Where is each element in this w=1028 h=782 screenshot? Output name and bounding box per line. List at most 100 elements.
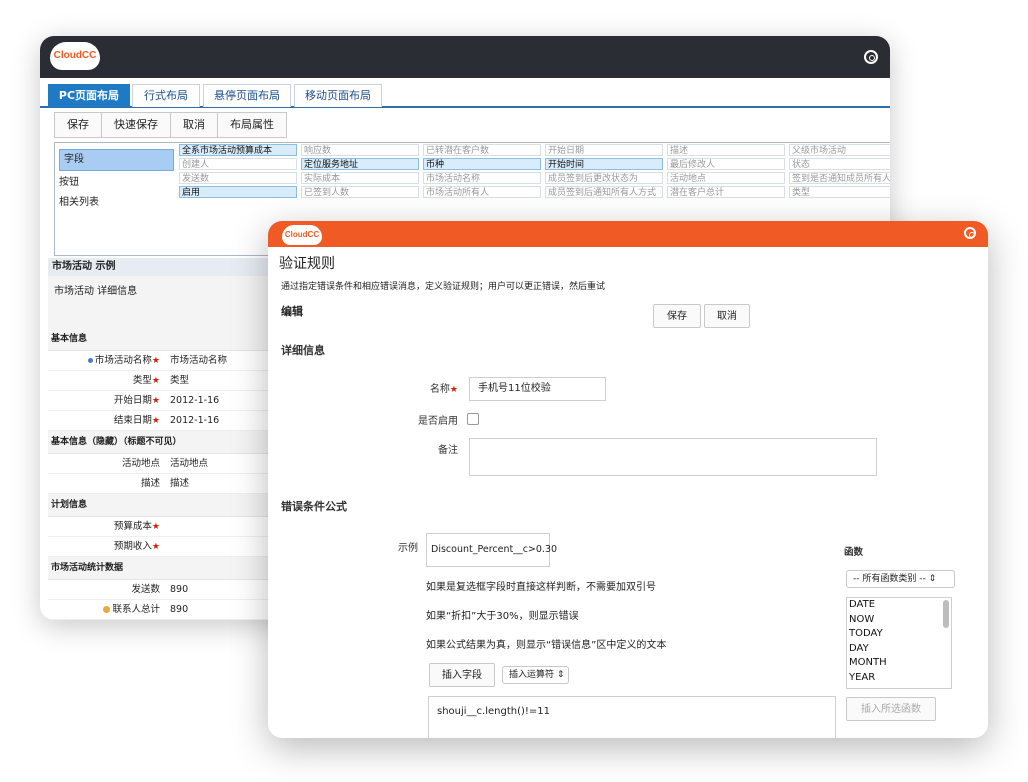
preview-field-row: 开始日期★ 2012-1-16 <box>48 391 278 411</box>
function-item[interactable]: DAY <box>847 642 951 657</box>
label-text: 市场活动名称 <box>94 355 152 366</box>
function-item[interactable]: NOW <box>847 613 951 628</box>
field-palette-item[interactable]: 启用 <box>179 186 297 198</box>
field-palette-item[interactable]: 描述 <box>667 144 785 156</box>
field-palette-item[interactable]: 发送数 <box>179 172 297 184</box>
label-text: 活动地点 <box>121 458 160 469</box>
hint-checkbox: 如果是复选框字段时直接这样判断，不需要加双引号 <box>426 582 656 593</box>
example-formula: Discount_Percent__c>0.30 <box>426 533 557 567</box>
save-button[interactable]: 保存 <box>54 112 102 138</box>
required-star-icon: ★ <box>151 542 160 552</box>
preview-field-row: 发送数 890 <box>48 580 278 600</box>
field-palette-item[interactable]: 创建人 <box>179 158 297 170</box>
preview-field-row: 结束日期★ 2012-1-16 <box>48 411 278 431</box>
field-palette-item[interactable]: 状态 <box>789 158 890 170</box>
preview-section-title: 市场活动统计数据 <box>48 557 278 580</box>
functions-label: 函数 <box>844 547 864 558</box>
field-palette-item[interactable]: 活动地点 <box>667 172 785 184</box>
required-star-icon: ★ <box>151 376 160 386</box>
formula-section-heading: 错误条件公式 <box>281 500 347 513</box>
preview-field-row: 类型★ 类型 <box>48 371 278 391</box>
field-palette-item[interactable]: 成员签到后通知所有人方式 <box>545 186 663 198</box>
function-category-select[interactable]: -- 所有函数类别 -- ⇕ <box>846 570 955 588</box>
preview-field-label: 开始日期★ <box>114 391 160 411</box>
palette-item-buttons[interactable]: 按钮 <box>55 173 180 193</box>
layout-toolbar: 保存 快速保存 取消 布局属性 <box>54 112 287 138</box>
function-item[interactable]: DATE <box>847 598 951 613</box>
field-palette-item[interactable]: 成员签到后更改状态为 <box>545 172 663 184</box>
preview-field-label: 预期收入★ <box>114 537 160 557</box>
field-palette-item[interactable]: 开始日期 <box>545 144 663 156</box>
cancel-button[interactable]: 取消 <box>704 304 750 328</box>
name-input[interactable]: 手机号11位校验 <box>469 377 606 401</box>
preview-field-value: 活动地点 <box>170 458 209 469</box>
preview-field-label: 结束日期★ <box>114 411 160 431</box>
save-button[interactable]: 保存 <box>653 304 701 328</box>
function-item[interactable]: MONTH <box>847 656 951 671</box>
field-palette-item[interactable]: 定位服务地址 <box>301 158 419 170</box>
quick-save-button[interactable]: 快速保存 <box>101 112 171 138</box>
insert-selected-function-button[interactable]: 插入所选函数 <box>846 697 936 721</box>
preview-section-title: 计划信息 <box>48 494 278 517</box>
cancel-button[interactable]: 取消 <box>170 112 218 138</box>
function-list[interactable]: DATE NOW TODAY DAY MONTH YEAR <box>846 597 952 689</box>
field-palette-item[interactable]: 已签到人数 <box>301 186 419 198</box>
tab-mobile-layout[interactable]: 移动页面布局 <box>294 84 382 107</box>
tab-row-layout[interactable]: 行式布局 <box>132 84 200 107</box>
field-palette-item[interactable]: 父级市场活动 <box>789 144 890 156</box>
field-palette-item[interactable]: 签到是否通知成员所有人 <box>789 172 890 184</box>
formula-editor[interactable]: shouji__c.length()!=11 <box>428 696 836 738</box>
preview-field-row: 描述 描述 <box>48 474 278 494</box>
label-text: 描述 <box>140 478 160 489</box>
preview-field-label: 发送数 <box>131 580 160 599</box>
function-item[interactable]: TODAY <box>847 627 951 642</box>
palette-list: 字段 按钮 相关列表 <box>54 142 181 256</box>
preview-field-value: 描述 <box>170 478 190 489</box>
field-palette-item[interactable]: 响应数 <box>301 144 419 156</box>
field-palette-item[interactable]: 全系市场活动预算成本 <box>179 144 297 156</box>
cloudcc-logo: CloudCC <box>50 42 100 70</box>
name-label: 名称★ <box>429 384 458 395</box>
tab-pc-layout[interactable]: PC页面布局 <box>48 84 130 107</box>
hint-true-result: 如果公式结果为真，则显示“错误信息”区中定义的文本 <box>426 640 667 651</box>
edit-heading: 编辑 <box>281 305 303 318</box>
palette-item-related-lists[interactable]: 相关列表 <box>55 193 180 213</box>
field-palette-item[interactable]: 市场活动所有人 <box>423 186 541 198</box>
preview-field-label: 预算成本★ <box>114 517 160 537</box>
detail-section-heading: 详细信息 <box>281 344 325 357</box>
example-label: 示例 <box>398 543 418 554</box>
field-palette-item[interactable]: 已转潜在客户数 <box>423 144 541 156</box>
field-palette-item[interactable]: 类型 <box>789 186 890 198</box>
notes-textarea[interactable] <box>469 438 877 476</box>
bullet-icon <box>87 358 93 363</box>
preview-field-value: 890 <box>170 584 189 595</box>
preview-field-label: 活动地点 <box>122 454 160 473</box>
palette-item-fields[interactable]: 字段 <box>59 149 174 171</box>
preview-detail-box: 市场活动 详细信息 <box>48 276 278 328</box>
field-palette-item[interactable]: 市场活动名称 <box>423 172 541 184</box>
notes-label: 备注 <box>438 445 458 456</box>
preview-field-row: 预期收入★ <box>48 537 278 557</box>
scrollbar-thumb[interactable] <box>943 600 949 628</box>
field-palette-item[interactable]: 币种 <box>423 158 541 170</box>
gear-icon[interactable] <box>864 50 878 64</box>
validation-rule-window: CloudCC 验证规则 通过指定错误条件和相应错误消息，定义验证规则；用户可以… <box>268 221 988 738</box>
field-palette-item[interactable]: 开始时间 <box>545 158 663 170</box>
preview-field-row: 联系人总计 890 <box>48 600 278 620</box>
function-item[interactable]: YEAR <box>847 671 951 686</box>
active-label: 是否启用 <box>418 416 458 427</box>
preview-section-title: 基本信息（隐藏）（标题不可见） <box>48 431 278 454</box>
top-bar: CloudCC <box>268 221 988 247</box>
hint-discount: 如果“折扣”大于30%，则显示错误 <box>426 611 579 622</box>
gear-icon[interactable] <box>964 227 976 239</box>
tab-hover-layout[interactable]: 悬停页面布局 <box>203 84 291 107</box>
preview-field-value: 890 <box>170 604 189 615</box>
layout-properties-button[interactable]: 布局属性 <box>217 112 287 138</box>
active-checkbox[interactable] <box>467 413 479 425</box>
field-palette-item[interactable]: 最后修改人 <box>667 158 785 170</box>
label-text: 预期收入 <box>113 541 152 552</box>
insert-operator-select[interactable]: 插入运算符 ⇕ <box>502 666 569 684</box>
field-palette-item[interactable]: 实际成本 <box>301 172 419 184</box>
field-palette-item[interactable]: 潜在客户总计 <box>667 186 785 198</box>
insert-field-button[interactable]: 插入字段 <box>429 663 495 687</box>
